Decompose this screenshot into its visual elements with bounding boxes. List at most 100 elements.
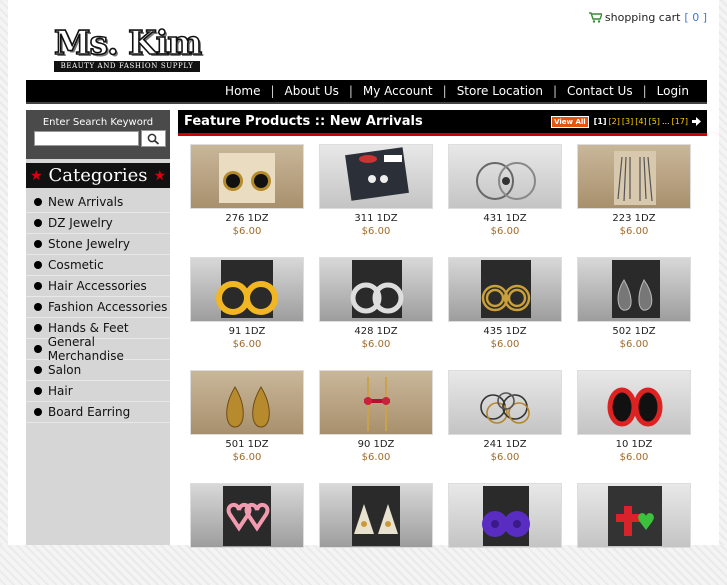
black-drop-earring-icon[interactable] bbox=[577, 257, 691, 322]
category-general-merchandise[interactable]: General Merchandise bbox=[26, 335, 170, 363]
product-price: $6.00 bbox=[232, 339, 262, 350]
product-card[interactable] bbox=[190, 483, 304, 585]
site-logo[interactable]: Ms. Kim Beauty and Fashion Supply bbox=[53, 23, 203, 72]
bullet-icon bbox=[34, 387, 42, 395]
page-link-17[interactable]: [17] bbox=[672, 117, 688, 126]
product-card[interactable]: 428 1DZ $6.00 bbox=[319, 257, 433, 359]
product-price: $6.00 bbox=[490, 226, 520, 237]
page-link-2[interactable]: [2] bbox=[609, 117, 620, 126]
category-label: Board Earring bbox=[48, 405, 131, 419]
product-card[interactable]: 91 1DZ $6.00 bbox=[190, 257, 304, 359]
gold-triple-hoop-icon[interactable] bbox=[448, 257, 562, 322]
product-price: $6.00 bbox=[232, 452, 262, 463]
category-fashion-accessories[interactable]: Fashion Accessories bbox=[26, 297, 170, 318]
nav-store-location[interactable]: Store Location bbox=[447, 84, 553, 98]
category-label: Salon bbox=[48, 363, 82, 377]
product-card[interactable]: 10 1DZ $6.00 bbox=[577, 370, 691, 472]
logo-text: Ms. Kim bbox=[53, 23, 203, 62]
product-price: $6.00 bbox=[490, 339, 520, 350]
red-bar-earring-icon[interactable] bbox=[319, 370, 433, 435]
product-card[interactable]: 435 1DZ $6.00 bbox=[448, 257, 562, 359]
bullet-icon bbox=[34, 282, 42, 290]
red-cross-earring-icon[interactable] bbox=[577, 483, 691, 548]
product-name[interactable]: 435 1DZ bbox=[448, 326, 562, 337]
product-card[interactable] bbox=[448, 483, 562, 585]
yellow-hoop-earring-icon[interactable] bbox=[190, 257, 304, 322]
gold-teardrop-earring-icon[interactable] bbox=[190, 370, 304, 435]
bullet-icon bbox=[34, 219, 42, 227]
product-name[interactable]: 90 1DZ bbox=[319, 439, 433, 450]
page-link-5[interactable]: [5] bbox=[649, 117, 660, 126]
category-board-earring[interactable]: Board Earring bbox=[26, 402, 170, 423]
category-cosmetic[interactable]: Cosmetic bbox=[26, 255, 170, 276]
chain-fringe-earring-icon[interactable] bbox=[577, 144, 691, 209]
category-dz-jewelry[interactable]: DZ Jewelry bbox=[26, 213, 170, 234]
product-card[interactable] bbox=[319, 483, 433, 585]
silver-hoop-earring-icon[interactable] bbox=[319, 257, 433, 322]
product-name[interactable]: 10 1DZ bbox=[577, 439, 691, 450]
product-card[interactable]: 241 1DZ $6.00 bbox=[448, 370, 562, 472]
main-nav: Home | About Us | My Account | Store Loc… bbox=[26, 80, 707, 104]
bullet-icon bbox=[34, 408, 42, 416]
main-content: Feature Products :: New Arrivals View Al… bbox=[178, 110, 707, 548]
nav-login[interactable]: Login bbox=[647, 84, 699, 98]
product-card[interactable]: 502 1DZ $6.00 bbox=[577, 257, 691, 359]
page-link-3[interactable]: [3] bbox=[622, 117, 633, 126]
nav-home[interactable]: Home bbox=[215, 84, 270, 98]
product-card[interactable]: 90 1DZ $6.00 bbox=[319, 370, 433, 472]
product-card[interactable]: 276 1DZ $6.00 bbox=[190, 144, 304, 246]
pink-heart-earring-icon[interactable] bbox=[190, 483, 304, 548]
product-name[interactable]: 501 1DZ bbox=[190, 439, 304, 450]
purple-flower-earring-icon[interactable] bbox=[448, 483, 562, 548]
crystal-stud-card-icon[interactable] bbox=[319, 144, 433, 209]
product-name[interactable]: 428 1DZ bbox=[319, 326, 433, 337]
category-label: Hair Accessories bbox=[48, 279, 147, 293]
category-label: Hands & Feet bbox=[48, 321, 129, 335]
category-label: General Merchandise bbox=[47, 335, 124, 363]
category-stone-jewelry[interactable]: Stone Jewelry bbox=[26, 234, 170, 255]
category-salon[interactable]: Salon bbox=[26, 360, 170, 381]
categories-header: ★ Categories ★ bbox=[26, 163, 170, 188]
product-card[interactable]: 311 1DZ $6.00 bbox=[319, 144, 433, 246]
product-card[interactable]: 431 1DZ $6.00 bbox=[448, 144, 562, 246]
search-input[interactable] bbox=[34, 131, 139, 146]
nav-my-account[interactable]: My Account bbox=[353, 84, 443, 98]
category-hair[interactable]: Hair bbox=[26, 381, 170, 402]
bullet-icon bbox=[34, 303, 42, 311]
multi-ring-earring-icon[interactable] bbox=[448, 370, 562, 435]
product-card[interactable]: 501 1DZ $6.00 bbox=[190, 370, 304, 472]
product-name[interactable]: 502 1DZ bbox=[577, 326, 691, 337]
next-arrow-icon[interactable] bbox=[692, 117, 701, 126]
product-name[interactable]: 91 1DZ bbox=[190, 326, 304, 337]
product-name[interactable]: 311 1DZ bbox=[319, 213, 433, 224]
product-name[interactable]: 241 1DZ bbox=[448, 439, 562, 450]
product-price: $6.00 bbox=[490, 452, 520, 463]
feather-fan-earring-icon[interactable] bbox=[319, 483, 433, 548]
category-new-arrivals[interactable]: New Arrivals bbox=[26, 192, 170, 213]
page-link-1[interactable]: [1] bbox=[594, 117, 607, 126]
product-price: $6.00 bbox=[361, 452, 391, 463]
red-oval-earring-icon[interactable] bbox=[577, 370, 691, 435]
nav-about-us[interactable]: About Us bbox=[275, 84, 349, 98]
bullet-icon bbox=[34, 345, 42, 353]
search-button[interactable] bbox=[141, 130, 166, 147]
view-all-button[interactable]: View All bbox=[551, 115, 589, 128]
product-price: $6.00 bbox=[361, 226, 391, 237]
product-card[interactable] bbox=[577, 483, 691, 585]
category-label: Hair bbox=[48, 384, 73, 398]
shopping-cart-link[interactable]: shopping cart [ 0 ] bbox=[588, 11, 707, 24]
product-card[interactable]: 223 1DZ $6.00 bbox=[577, 144, 691, 246]
category-label: Stone Jewelry bbox=[48, 237, 130, 251]
product-name[interactable]: 431 1DZ bbox=[448, 213, 562, 224]
search-icon bbox=[147, 133, 160, 145]
product-name[interactable]: 223 1DZ bbox=[577, 213, 691, 224]
black-stud-earring-icon[interactable] bbox=[190, 144, 304, 209]
search-title: Enter Search Keyword bbox=[42, 117, 154, 128]
sidebar: Enter Search Keyword ★ Categories ★ New … bbox=[26, 110, 170, 545]
page-link-4[interactable]: [4] bbox=[635, 117, 646, 126]
search-box: Enter Search Keyword bbox=[26, 110, 170, 159]
clear-hoop-earring-icon[interactable] bbox=[448, 144, 562, 209]
product-name[interactable]: 276 1DZ bbox=[190, 213, 304, 224]
nav-contact-us[interactable]: Contact Us bbox=[557, 84, 643, 98]
category-hair-accessories[interactable]: Hair Accessories bbox=[26, 276, 170, 297]
